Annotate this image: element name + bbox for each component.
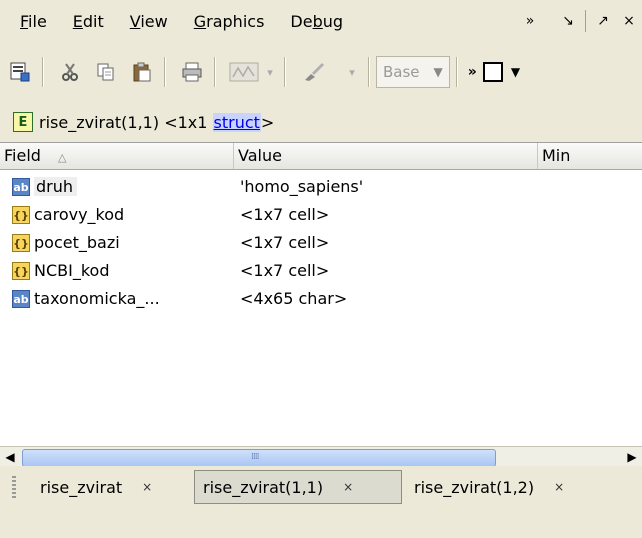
breadcrumb-prefix: rise_zvirat(1,1) <1x1 bbox=[39, 112, 213, 132]
new-variable-icon bbox=[10, 62, 30, 82]
window-controls: » ↘ ↗ × bbox=[517, 0, 642, 42]
plot-button[interactable] bbox=[226, 56, 262, 88]
table-row[interactable]: ab druh 'homo_sapiens' bbox=[0, 173, 642, 201]
close-icon[interactable]: × bbox=[616, 13, 642, 29]
field-name: carovy_kod bbox=[34, 205, 125, 224]
breadcrumb-suffix: > bbox=[260, 112, 275, 132]
drag-handle-icon[interactable] bbox=[12, 476, 16, 498]
cell-field-icon: {} bbox=[12, 262, 30, 280]
new-variable-button[interactable] bbox=[4, 56, 36, 88]
paste-button[interactable] bbox=[126, 56, 158, 88]
paste-icon bbox=[133, 62, 151, 82]
close-tab-icon[interactable]: × bbox=[554, 480, 564, 494]
struct-icon: E bbox=[13, 112, 33, 132]
separator bbox=[455, 57, 458, 87]
checkbox-dropdown-icon[interactable]: ▼ bbox=[511, 65, 520, 79]
scrollbar-thumb[interactable]: ⁞⁞⁞⁞ bbox=[22, 449, 496, 467]
brush-dropdown-icon[interactable]: ▾ bbox=[342, 56, 362, 88]
table-row[interactable]: {} carovy_kod <1x7 cell> bbox=[0, 201, 642, 229]
field-name: pocet_bazi bbox=[34, 233, 120, 252]
menu-graphics[interactable]: Graphics bbox=[190, 12, 269, 31]
field-name: NCBI_kod bbox=[34, 261, 110, 280]
scissors-icon bbox=[62, 63, 78, 81]
scroll-right-icon[interactable]: ▶ bbox=[622, 447, 642, 467]
variable-table: Field △ Value Min ab druh 'homo_sapiens'… bbox=[0, 142, 642, 447]
chevron-down-icon: ▼ bbox=[433, 65, 443, 79]
separator bbox=[42, 57, 44, 87]
status-bar bbox=[0, 508, 642, 538]
cut-button[interactable] bbox=[54, 56, 86, 88]
dock-icon[interactable]: ↘ bbox=[555, 13, 581, 29]
checkbox[interactable] bbox=[482, 62, 503, 82]
field-value: <1x7 cell> bbox=[240, 205, 330, 224]
copy-icon bbox=[97, 63, 114, 81]
separator bbox=[164, 57, 166, 87]
menu-view[interactable]: View bbox=[126, 12, 172, 31]
breadcrumb: E rise_zvirat(1,1) <1x1 struct > bbox=[0, 102, 642, 142]
printer-icon bbox=[182, 62, 202, 82]
menu-bar: File Edit View Graphics Debug » ↘ ↗ × bbox=[0, 0, 642, 42]
column-header-field[interactable]: Field △ bbox=[0, 143, 234, 169]
plot-icon bbox=[229, 62, 259, 82]
document-tabs: rise_zvirat × rise_zvirat(1,1) × rise_zv… bbox=[0, 466, 642, 508]
base-combo-value: Base bbox=[383, 63, 420, 81]
menu-file[interactable]: File bbox=[16, 12, 51, 31]
scroll-left-icon[interactable]: ◀ bbox=[0, 447, 20, 467]
horizontal-scrollbar[interactable]: ◀ ⁞⁞⁞⁞ ▶ bbox=[0, 446, 642, 467]
sort-ascending-icon: △ bbox=[58, 151, 67, 164]
tab-rise-zvirat[interactable]: rise_zvirat × bbox=[28, 470, 194, 504]
tab-label: rise_zvirat(1,1) bbox=[203, 477, 324, 497]
menu-edit[interactable]: Edit bbox=[69, 12, 108, 31]
field-value: 'homo_sapiens' bbox=[240, 177, 364, 196]
cell-field-icon: {} bbox=[12, 234, 30, 252]
field-name: taxonomicka_... bbox=[34, 289, 160, 308]
separator bbox=[284, 57, 286, 87]
separator bbox=[585, 10, 586, 32]
tab-rise-zvirat-1-2[interactable]: rise_zvirat(1,2) × bbox=[402, 470, 614, 504]
toolbar: ▾ ▾ Base ▼ » ▼ bbox=[0, 44, 642, 100]
struct-link[interactable]: struct bbox=[212, 112, 261, 132]
table-header: Field △ Value Min bbox=[0, 143, 642, 170]
print-button[interactable] bbox=[176, 56, 208, 88]
field-value: <1x7 cell> bbox=[240, 233, 330, 252]
separator bbox=[214, 57, 216, 87]
cell-field-icon: {} bbox=[12, 206, 30, 224]
grip-icon: ⁞⁞⁞⁞ bbox=[251, 452, 259, 462]
field-value: <4x65 char> bbox=[240, 289, 348, 308]
field-name: druh bbox=[34, 177, 78, 196]
brush-button[interactable] bbox=[296, 56, 332, 88]
table-row[interactable]: {} NCBI_kod <1x7 cell> bbox=[0, 257, 642, 285]
tab-label: rise_zvirat(1,2) bbox=[414, 477, 535, 497]
table-row[interactable]: {} pocet_bazi <1x7 cell> bbox=[0, 229, 642, 257]
undock-icon[interactable]: ↗ bbox=[590, 13, 616, 29]
close-tab-icon[interactable]: × bbox=[343, 480, 353, 494]
menu-debug[interactable]: Debug bbox=[286, 12, 347, 31]
table-row[interactable]: ab taxonomicka_... <4x65 char> bbox=[0, 285, 642, 313]
field-value: <1x7 cell> bbox=[240, 261, 330, 280]
char-field-icon: ab bbox=[12, 290, 30, 308]
column-header-min[interactable]: Min bbox=[538, 143, 642, 169]
toolbar-overflow-icon[interactable]: » bbox=[468, 64, 477, 80]
close-tab-icon[interactable]: × bbox=[142, 480, 152, 494]
plot-dropdown-icon[interactable]: ▾ bbox=[262, 56, 278, 88]
tab-rise-zvirat-1-1[interactable]: rise_zvirat(1,1) × bbox=[194, 470, 402, 504]
separator bbox=[368, 57, 370, 87]
tab-label: rise_zvirat bbox=[40, 477, 123, 497]
brush-icon bbox=[305, 62, 325, 81]
copy-button[interactable] bbox=[90, 56, 122, 88]
menu-overflow-icon[interactable]: » bbox=[517, 13, 543, 29]
char-field-icon: ab bbox=[12, 178, 30, 196]
column-header-value[interactable]: Value bbox=[234, 143, 538, 169]
base-combo[interactable]: Base ▼ bbox=[376, 56, 450, 88]
